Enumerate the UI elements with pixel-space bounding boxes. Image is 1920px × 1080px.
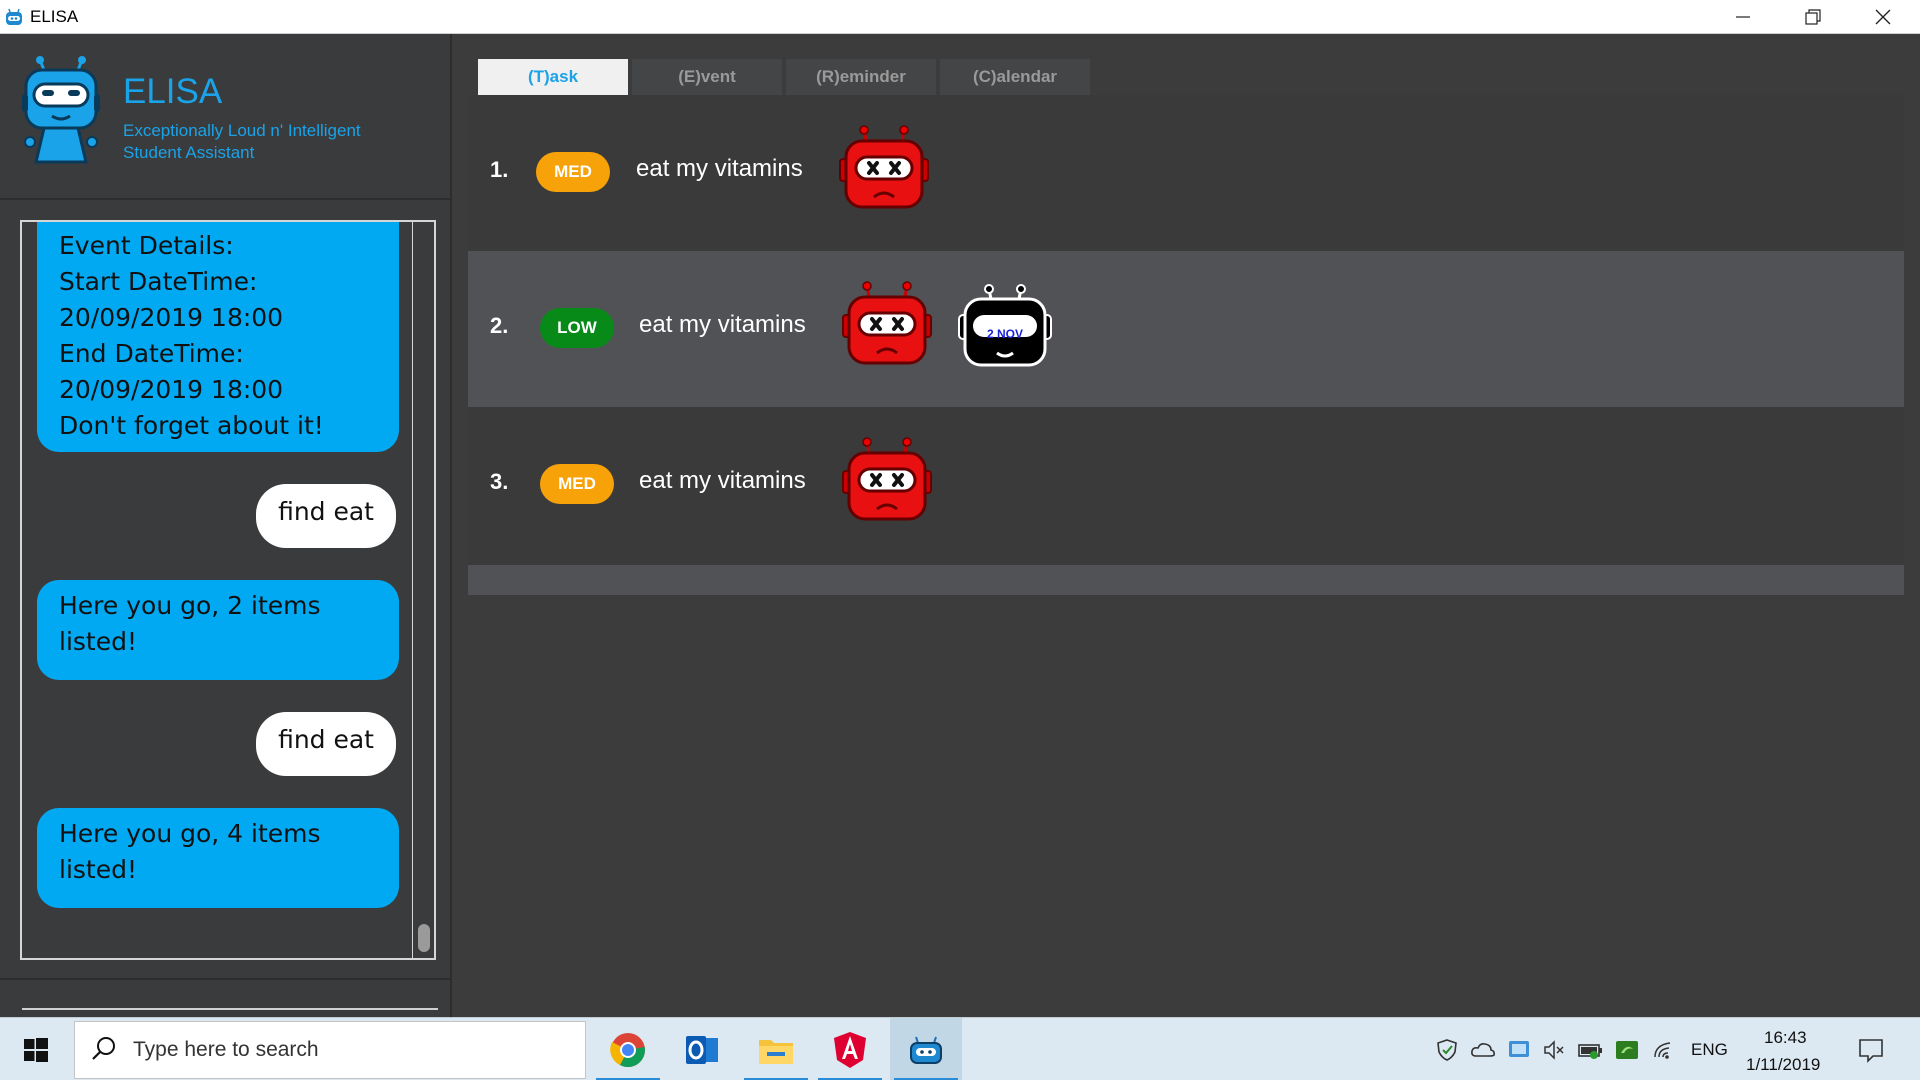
user-message: find eat xyxy=(256,484,396,548)
tab-task[interactable]: (T)ask xyxy=(478,59,628,95)
start-button[interactable] xyxy=(0,1018,72,1080)
brand-header: ELISA Exceptionally Loud n' Intelligent … xyxy=(0,34,450,200)
tagline-line-1: Exceptionally Loud n' Intelligent xyxy=(123,121,361,140)
taskbar: Type here to search ENG 16:43 1/11/2019 xyxy=(0,1017,1920,1080)
priority-badge: MED xyxy=(536,152,610,192)
tab-bar: (T)ask (E)vent (R)eminder (C)alendar xyxy=(478,59,1090,95)
task-list: 1. MED eat my vitamins 2. LOW eat my vit… xyxy=(468,95,1904,595)
message-line: End DateTime: xyxy=(59,339,244,368)
title-bar: ELISA xyxy=(0,0,1920,34)
tab-calendar[interactable]: (C)alendar xyxy=(940,59,1090,95)
task-index: 1. xyxy=(490,157,509,182)
command-input-area[interactable] xyxy=(0,978,450,1018)
task-description: eat my vitamins xyxy=(636,155,803,182)
minimize-icon xyxy=(1736,16,1750,18)
taskbar-app-elisa[interactable] xyxy=(890,1018,962,1080)
task-description: eat my vitamins xyxy=(639,311,806,338)
chat-history[interactable]: Event Details: Start DateTime: 20/09/201… xyxy=(20,220,436,960)
robot-sad-icon xyxy=(839,437,935,529)
search-icon xyxy=(91,1036,117,1066)
windows-logo-icon xyxy=(24,1037,48,1062)
clock-time[interactable]: 16:43 xyxy=(1764,1028,1807,1048)
robot-sad-icon xyxy=(836,125,932,217)
battery-icon[interactable] xyxy=(1576,1036,1604,1064)
task-index: 2. xyxy=(490,313,509,338)
angular-icon xyxy=(834,1031,866,1068)
minimize-button[interactable] xyxy=(1708,0,1778,34)
chat-scrollbar[interactable] xyxy=(412,222,434,958)
notifications-icon[interactable] xyxy=(1855,1034,1887,1066)
message-line: find eat xyxy=(278,497,374,526)
close-button[interactable] xyxy=(1848,0,1918,34)
taskbar-app-outlook[interactable] xyxy=(666,1018,738,1080)
priority-badge: LOW xyxy=(540,308,614,348)
security-shield-icon[interactable] xyxy=(1433,1036,1461,1064)
message-line: listed! xyxy=(59,855,137,884)
scrollbar-thumb[interactable] xyxy=(418,924,430,952)
task-index: 3. xyxy=(490,469,509,494)
taskbar-app-file-explorer[interactable] xyxy=(740,1018,812,1080)
message-line: find eat xyxy=(278,725,374,754)
task-description: eat my vitamins xyxy=(639,467,806,494)
outlook-icon xyxy=(686,1035,718,1064)
task-row[interactable]: 1. MED eat my vitamins xyxy=(468,95,1904,251)
nvidia-icon[interactable] xyxy=(1613,1036,1641,1064)
input-language[interactable]: ENG xyxy=(1691,1040,1728,1060)
message-line: 20/09/2019 18:00 xyxy=(59,375,284,404)
tab-reminder[interactable]: (R)eminder xyxy=(786,59,936,95)
bot-message: Here you go, 2 items listed! xyxy=(37,580,399,680)
clock-date[interactable]: 1/11/2019 xyxy=(1746,1055,1820,1075)
main-panel: (T)ask (E)vent (R)eminder (C)alendar 1. … xyxy=(454,34,1920,1017)
taskbar-search[interactable]: Type here to search xyxy=(74,1021,586,1079)
tab-event[interactable]: (E)vent xyxy=(632,59,782,95)
wifi-icon[interactable] xyxy=(1650,1036,1678,1064)
robot-sad-icon xyxy=(839,281,935,373)
restore-button[interactable] xyxy=(1778,0,1848,34)
message-line: listed! xyxy=(59,627,137,656)
message-line: 20/09/2019 18:00 xyxy=(59,303,284,332)
window-title: ELISA xyxy=(30,7,79,26)
display-settings-icon[interactable] xyxy=(1505,1036,1533,1064)
file-explorer-icon xyxy=(759,1039,793,1064)
search-placeholder: Type here to search xyxy=(133,1038,319,1061)
restore-icon xyxy=(1805,9,1821,25)
taskbar-app-chrome[interactable] xyxy=(592,1018,664,1080)
message-line: Here you go, 4 items xyxy=(59,819,321,848)
app-name: ELISA xyxy=(123,72,223,111)
bot-message: Event Details: Start DateTime: 20/09/201… xyxy=(37,222,399,452)
user-message: find eat xyxy=(256,712,396,776)
onedrive-cloud-icon[interactable] xyxy=(1469,1036,1497,1064)
taskbar-app-angular[interactable] xyxy=(814,1018,886,1080)
priority-badge: MED xyxy=(540,464,614,504)
chrome-icon xyxy=(610,1032,645,1067)
elisa-app-icon xyxy=(4,8,24,31)
command-input[interactable] xyxy=(22,1008,438,1010)
app-tagline: Exceptionally Loud n' Intelligent Studen… xyxy=(123,120,423,164)
bot-message: Here you go, 4 items listed! xyxy=(37,808,399,908)
task-row[interactable]: 2. LOW eat my vitamins 2 NOV xyxy=(468,251,1904,407)
message-line: Event Details: xyxy=(59,231,234,260)
tagline-line-2: Student Assistant xyxy=(123,143,255,162)
message-line: Don't forget about it! xyxy=(59,411,324,440)
message-line: Here you go, 2 items xyxy=(59,591,321,620)
message-line: Start DateTime: xyxy=(59,267,258,296)
close-icon xyxy=(1875,9,1891,25)
sidebar: ELISA Exceptionally Loud n' Intelligent … xyxy=(0,34,452,1017)
task-row[interactable]: 3. MED eat my vitamins xyxy=(468,407,1904,563)
elisa-robot-logo-icon xyxy=(22,56,100,170)
task-list-footer xyxy=(468,565,1904,595)
volume-muted-icon[interactable] xyxy=(1540,1036,1568,1064)
elisa-icon xyxy=(910,1036,942,1064)
date-badge: 2 NOV xyxy=(986,327,1023,341)
